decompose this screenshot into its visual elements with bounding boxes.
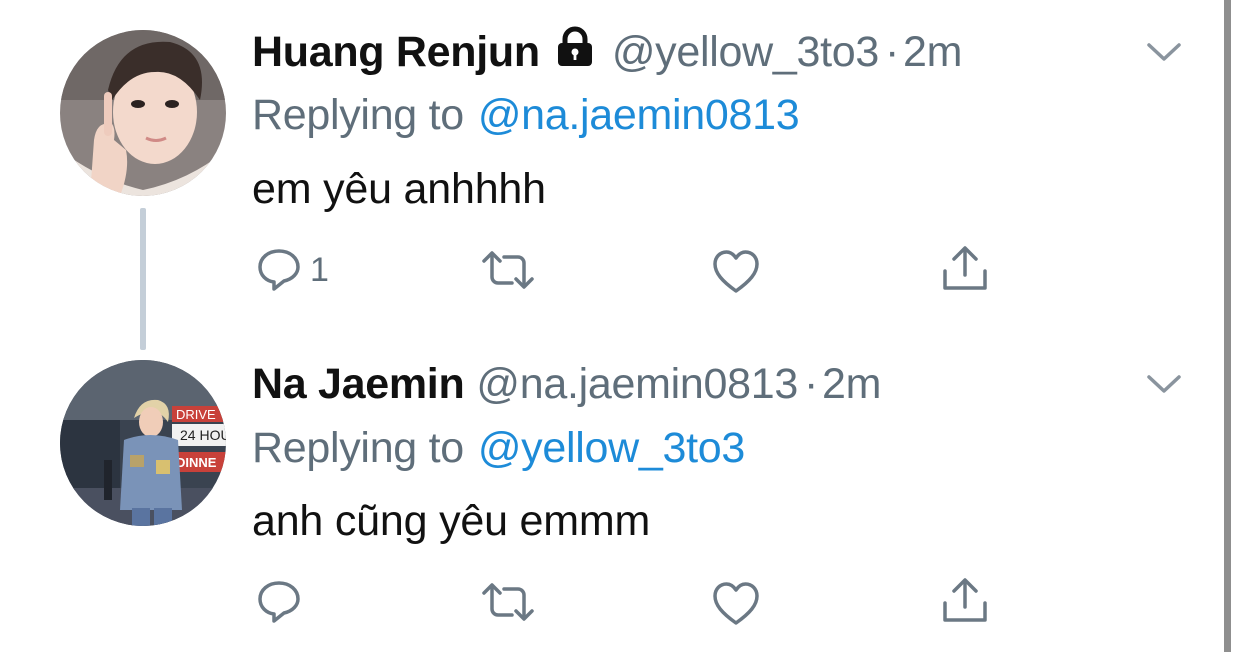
- avatar-sign-text-3: DINNE: [176, 455, 217, 470]
- reply-icon: [258, 249, 300, 291]
- share-button[interactable]: [940, 242, 990, 294]
- timestamp[interactable]: 2m: [822, 360, 881, 409]
- tweet-na-jaemin[interactable]: DRIVE T 24 HOU DINNE Na Jaemin @na.jaemi…: [0, 330, 1222, 652]
- avatar[interactable]: DRIVE T 24 HOU DINNE: [60, 360, 226, 526]
- replying-to-line: Replying to @na.jaemin0813: [252, 87, 800, 143]
- replying-to-line: Replying to @yellow_3to3: [252, 420, 745, 476]
- share-icon: [943, 246, 987, 290]
- like-button[interactable]: [712, 578, 760, 630]
- lock-icon: [554, 26, 596, 79]
- reply-icon: [258, 581, 300, 623]
- display-name[interactable]: Na Jaemin: [252, 360, 465, 409]
- share-button[interactable]: [940, 574, 990, 626]
- replying-to-handle[interactable]: @yellow_3to3: [478, 424, 745, 473]
- separator-dot: ·: [884, 27, 900, 76]
- like-icon: [713, 582, 759, 625]
- tweet-text: anh cũng yêu emmm: [252, 496, 651, 545]
- tweet-thread-screen: Huang Renjun @yellow_3to3 · 2m Replying …: [0, 0, 1242, 652]
- retweet-button[interactable]: [480, 244, 536, 296]
- tweet-huang-renjun[interactable]: Huang Renjun @yellow_3to3 · 2m Replying …: [0, 0, 1222, 330]
- scroll-edge: [1224, 0, 1242, 652]
- handle[interactable]: @na.jaemin0813: [476, 360, 798, 409]
- share-icon: [943, 578, 987, 622]
- chevron-down-icon[interactable]: [1146, 372, 1182, 396]
- separator-dot: ·: [803, 359, 818, 408]
- like-icon: [713, 250, 759, 293]
- handle[interactable]: @yellow_3to3: [612, 28, 879, 77]
- timestamp[interactable]: 2m: [903, 28, 962, 77]
- replying-to-label: Replying to: [252, 90, 464, 139]
- avatar-image: DRIVE T 24 HOU DINNE: [60, 360, 226, 526]
- tweet-text: em yêu anhhhh: [252, 164, 546, 213]
- avatar[interactable]: [60, 30, 226, 196]
- tweet-header: Huang Renjun @yellow_3to3 · 2m: [252, 24, 962, 80]
- replying-to-handle[interactable]: @na.jaemin0813: [478, 91, 800, 140]
- reply-button[interactable]: 1: [256, 244, 329, 296]
- retweet-icon: [482, 583, 534, 621]
- avatar-sign-text-1: DRIVE T: [176, 407, 226, 422]
- chevron-down-icon[interactable]: [1146, 40, 1182, 64]
- retweet-button[interactable]: [480, 576, 536, 628]
- tweet-header: Na Jaemin @na.jaemin0813 · 2m: [252, 356, 881, 412]
- avatar-image: [60, 30, 226, 196]
- reply-button[interactable]: [256, 576, 310, 628]
- retweet-icon: [482, 251, 534, 289]
- avatar-sign-text-2: 24 HOU: [180, 427, 226, 443]
- display-name[interactable]: Huang Renjun: [252, 28, 540, 77]
- like-button[interactable]: [712, 246, 760, 298]
- replying-to-label: Replying to: [252, 423, 464, 472]
- reply-count: 1: [310, 250, 329, 289]
